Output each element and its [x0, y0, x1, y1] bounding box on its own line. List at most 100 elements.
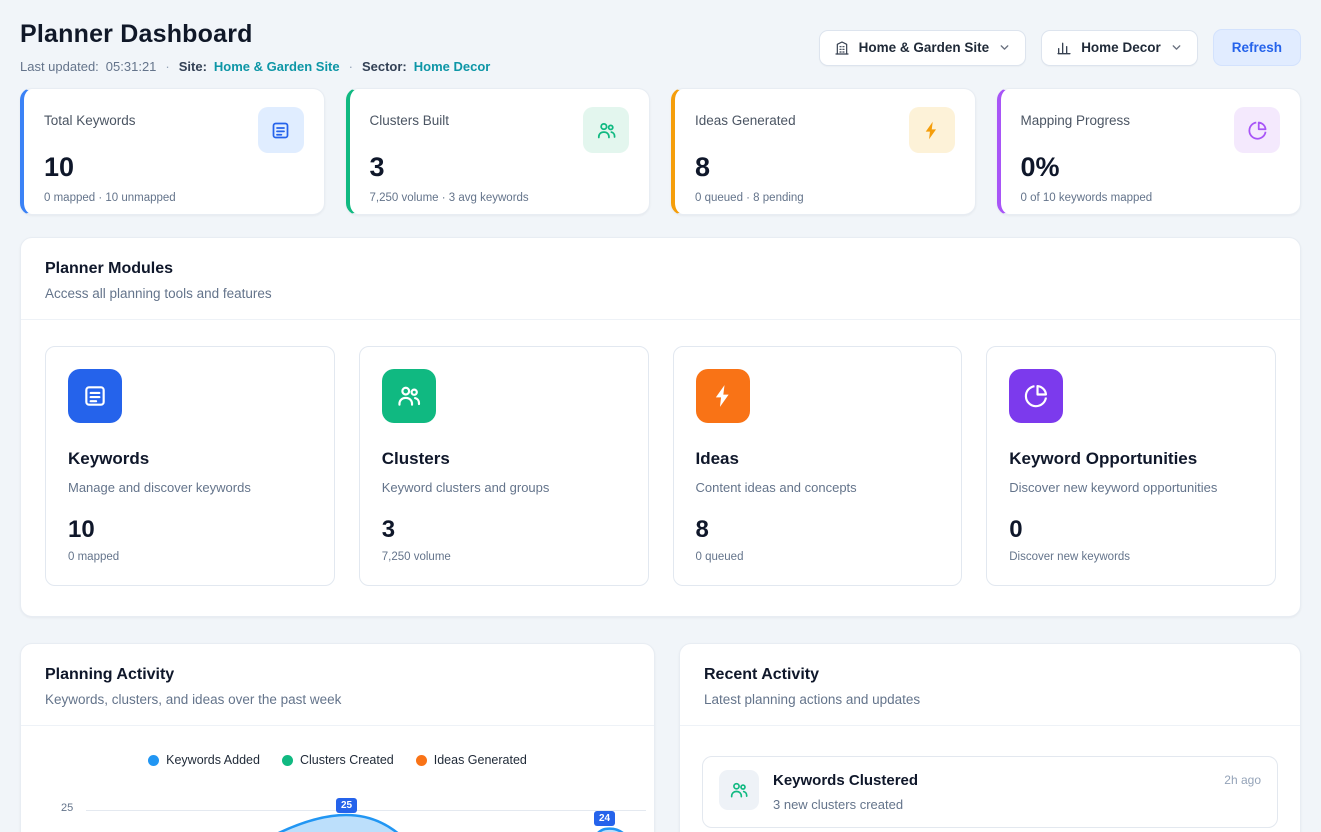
last-updated-label: Last updated: [20, 59, 99, 74]
recent-activity-subtitle: Latest planning actions and updates [704, 692, 1276, 707]
stats-row: Total Keywords 10 0 mapped · 10 unmapped… [20, 88, 1301, 215]
activity-item-description: 3 new clusters created [773, 797, 1210, 812]
stat-value: 10 [44, 152, 304, 183]
modules-title: Planner Modules [45, 260, 1276, 278]
last-updated-value: 05:31:21 [106, 59, 157, 74]
planning-activity-chart: 25 25 24 [21, 779, 654, 832]
module-title: Keyword Opportunities [1009, 449, 1253, 469]
module-value: 8 [696, 516, 940, 544]
modules-grid: Keywords Manage and discover keywords 10… [21, 320, 1300, 616]
keywords-added-line-series [86, 799, 640, 832]
document-lines-icon [68, 369, 122, 423]
planning-activity-header: Planning Activity Keywords, clusters, an… [21, 644, 654, 726]
planning-activity-subtitle: Keywords, clusters, and ideas over the p… [45, 692, 630, 707]
site-selector-dropdown[interactable]: Home & Garden Site [819, 30, 1027, 66]
modules-subtitle: Access all planning tools and features [45, 286, 1276, 301]
module-card-keywords[interactable]: Keywords Manage and discover keywords 10… [45, 346, 335, 586]
legend-dot [416, 755, 427, 766]
recent-activity-header: Recent Activity Latest planning actions … [680, 644, 1300, 726]
legend-item-ideas-generated: Ideas Generated [416, 753, 527, 767]
module-detail: Discover new keywords [1009, 551, 1253, 563]
legend-item-keywords-added: Keywords Added [148, 753, 260, 767]
stat-label: Ideas Generated [695, 107, 796, 128]
stat-value: 3 [370, 152, 630, 183]
activity-item-body: Keywords Clustered 3 new clusters create… [773, 770, 1210, 812]
legend-dot [148, 755, 159, 766]
legend-label: Clusters Created [300, 753, 394, 767]
point-label-badge: 25 [336, 798, 357, 813]
y-axis-tick: 25 [61, 802, 73, 814]
pie-chart-icon [1009, 369, 1063, 423]
people-icon [719, 770, 759, 810]
page-header: Planner Dashboard Last updated: 05:31:21… [20, 20, 1301, 74]
meta-separator: · [347, 59, 355, 74]
module-value: 10 [68, 516, 312, 544]
stat-card-mapping-progress: Mapping Progress 0% 0 of 10 keywords map… [997, 88, 1302, 215]
site-label: Site: [179, 59, 207, 74]
module-title: Ideas [696, 449, 940, 469]
legend-item-clusters-created: Clusters Created [282, 753, 394, 767]
stat-value: 8 [695, 152, 955, 183]
header-meta: Last updated: 05:31:21 · Site: Home & Ga… [20, 59, 490, 74]
header-actions: Home & Garden Site Home Decor Refresh [819, 29, 1301, 66]
document-lines-icon [258, 107, 304, 153]
site-selector-label: Home & Garden Site [859, 40, 990, 55]
lightning-icon [696, 369, 750, 423]
module-description: Keyword clusters and groups [382, 480, 626, 495]
stat-label: Mapping Progress [1021, 107, 1131, 128]
site-link[interactable]: Home & Garden Site [214, 59, 340, 74]
module-detail: 0 mapped [68, 551, 312, 563]
activity-list-item: Keywords Clustered 3 new clusters create… [702, 756, 1278, 828]
legend-dot [282, 755, 293, 766]
modules-panel-header: Planner Modules Access all planning tool… [21, 238, 1300, 320]
module-card-clusters[interactable]: Clusters Keyword clusters and groups 3 7… [359, 346, 649, 586]
building-icon [834, 40, 850, 56]
chevron-down-icon [998, 41, 1011, 54]
planning-activity-title: Planning Activity [45, 666, 630, 684]
stat-card-ideas-generated: Ideas Generated 8 0 queued · 8 pending [671, 88, 976, 215]
module-description: Discover new keyword opportunities [1009, 480, 1253, 495]
people-icon [583, 107, 629, 153]
stat-card-total-keywords: Total Keywords 10 0 mapped · 10 unmapped [20, 88, 325, 215]
module-value: 3 [382, 516, 626, 544]
planner-modules-panel: Planner Modules Access all planning tool… [20, 237, 1301, 617]
lightning-icon [909, 107, 955, 153]
legend-label: Keywords Added [166, 753, 260, 767]
module-card-ideas[interactable]: Ideas Content ideas and concepts 8 0 que… [673, 346, 963, 586]
module-detail: 7,250 volume [382, 551, 626, 563]
stat-value: 0% [1021, 152, 1281, 183]
module-title: Clusters [382, 449, 626, 469]
sector-link[interactable]: Home Decor [414, 59, 491, 74]
stat-detail: 0 mapped · 10 unmapped [44, 192, 304, 204]
chevron-down-icon [1170, 41, 1183, 54]
module-card-keyword-opportunities[interactable]: Keyword Opportunities Discover new keywo… [986, 346, 1276, 586]
bottom-row: Planning Activity Keywords, clusters, an… [20, 643, 1301, 832]
planning-activity-panel: Planning Activity Keywords, clusters, an… [20, 643, 655, 832]
stat-detail: 0 queued · 8 pending [695, 192, 955, 204]
module-value: 0 [1009, 516, 1253, 544]
module-detail: 0 queued [696, 551, 940, 563]
recent-activity-panel: Recent Activity Latest planning actions … [679, 643, 1301, 832]
stat-label: Total Keywords [44, 107, 136, 128]
chart-legend: Keywords Added Clusters Created Ideas Ge… [21, 726, 654, 767]
page-title: Planner Dashboard [20, 20, 490, 49]
point-label-badge: 24 [594, 811, 615, 826]
meta-separator: · [163, 59, 171, 74]
legend-label: Ideas Generated [434, 753, 527, 767]
stat-detail: 7,250 volume · 3 avg keywords [370, 192, 630, 204]
activity-item-timestamp: 2h ago [1224, 773, 1261, 787]
recent-activity-title: Recent Activity [704, 666, 1276, 684]
people-icon [382, 369, 436, 423]
sector-selector-label: Home Decor [1081, 40, 1161, 55]
sector-label: Sector: [362, 59, 407, 74]
sector-selector-dropdown[interactable]: Home Decor [1041, 30, 1198, 66]
pie-chart-icon [1234, 107, 1280, 153]
module-title: Keywords [68, 449, 312, 469]
stat-label: Clusters Built [370, 107, 450, 128]
activity-item-title: Keywords Clustered [773, 772, 1210, 789]
stat-detail: 0 of 10 keywords mapped [1021, 192, 1281, 204]
header-left: Planner Dashboard Last updated: 05:31:21… [20, 20, 490, 74]
bar-chart-icon [1056, 40, 1072, 56]
stat-card-clusters-built: Clusters Built 3 7,250 volume · 3 avg ke… [346, 88, 651, 215]
refresh-button[interactable]: Refresh [1213, 29, 1301, 66]
